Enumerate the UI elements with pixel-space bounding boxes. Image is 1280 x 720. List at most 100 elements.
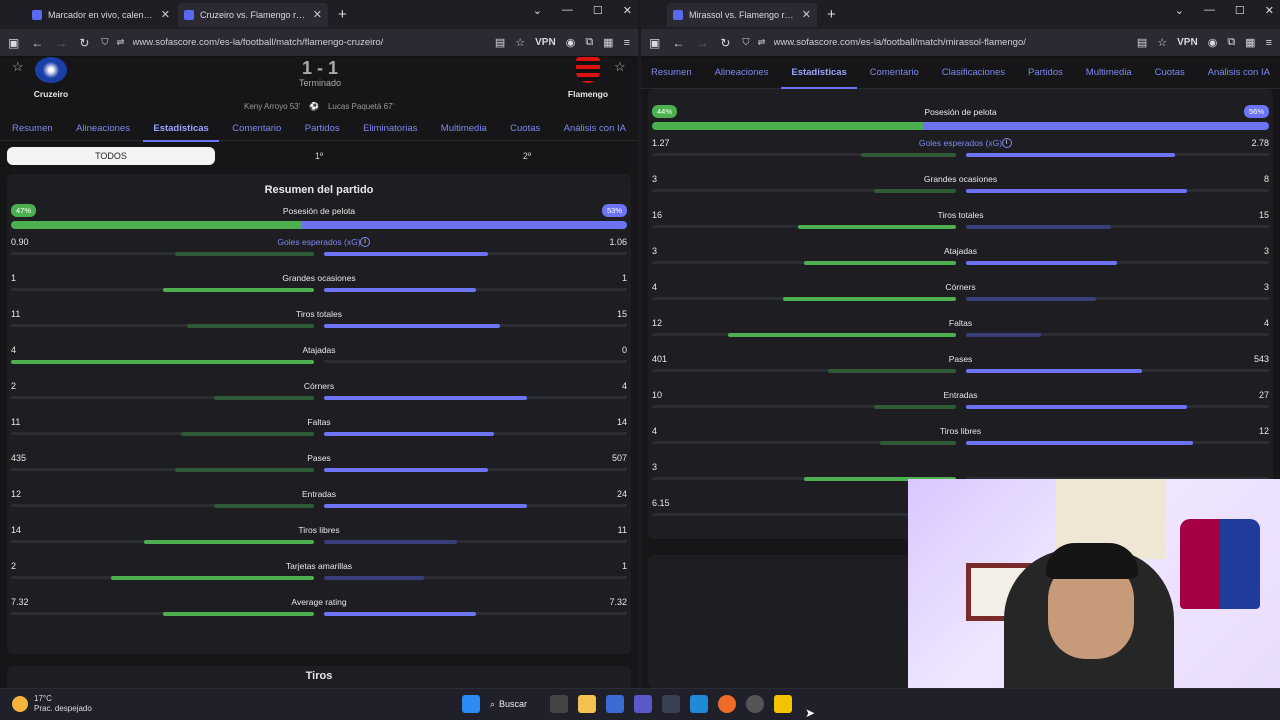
tab-0[interactable]: Resumen <box>651 67 692 78</box>
tab-4[interactable]: Partidos <box>305 123 340 134</box>
chevron-down-icon[interactable]: ⌄ <box>1175 4 1184 17</box>
home-bar <box>782 297 956 301</box>
browser-tab-active[interactable]: Mirassol vs. Flamengo resultad ✕ <box>667 2 817 27</box>
close-icon[interactable]: ✕ <box>161 8 170 21</box>
app-icon[interactable] <box>634 695 652 713</box>
cruzeiro-logo-icon <box>35 57 67 83</box>
home-bar <box>11 360 314 364</box>
tab-5[interactable]: Eliminatorias <box>363 123 417 134</box>
scorers: Keny Arroyo 53' ⚽ Lucas Paquetá 67' <box>0 102 638 111</box>
chrome-icon[interactable] <box>746 695 764 713</box>
info-icon[interactable]: i <box>1001 138 1012 148</box>
search-button[interactable]: ⌕ Buscar <box>490 699 540 710</box>
new-tab-icon[interactable]: + <box>338 6 347 23</box>
tab-3[interactable]: Comentario <box>870 67 919 78</box>
away-value: 4 <box>1263 318 1269 328</box>
away-value: 14 <box>616 417 627 427</box>
tab-6[interactable]: Multimedia <box>1086 67 1132 78</box>
tab-6[interactable]: Multimedia <box>441 123 487 134</box>
tab-8[interactable]: Análisis con IA <box>1208 67 1270 78</box>
period-option[interactable]: TODOS <box>7 147 215 165</box>
firefox-icon[interactable] <box>718 695 736 713</box>
notifications-icon[interactable]: ▦ <box>603 36 613 49</box>
shield-icon: ⛉ <box>101 37 109 48</box>
reader-icon[interactable]: ▤ <box>495 36 505 49</box>
home-team[interactable]: Cruzeiro <box>21 57 81 99</box>
home-track <box>652 225 956 229</box>
tab-0[interactable]: Resumen <box>12 123 53 134</box>
task-view-icon[interactable] <box>550 695 568 713</box>
notifications-icon[interactable]: ▦ <box>1245 36 1255 49</box>
new-tab-icon[interactable]: + <box>827 6 836 23</box>
address-bar[interactable]: ⛉ ⇌ www.sofascore.com/es-la/football/match… <box>101 37 482 48</box>
windows-start-icon[interactable] <box>462 695 480 713</box>
mail-icon[interactable] <box>690 695 708 713</box>
tab-7[interactable]: Cuotas <box>510 123 540 134</box>
period-option[interactable]: 2º <box>423 151 631 161</box>
back-icon[interactable]: ← <box>672 36 684 50</box>
tab-3[interactable]: Comentario <box>232 123 281 134</box>
maximize-icon[interactable]: ☐ <box>593 4 603 17</box>
close-window-icon[interactable]: ✕ <box>623 4 632 17</box>
menu-icon[interactable]: ≡ <box>1266 37 1272 49</box>
reader-icon[interactable]: ▤ <box>1137 36 1147 49</box>
away-value: 7.32 <box>609 597 627 607</box>
sidebar-toggle-icon[interactable]: ▣ <box>649 36 660 50</box>
bookmark-star-icon[interactable]: ☆ <box>515 36 525 49</box>
close-window-icon[interactable]: ✕ <box>1265 4 1274 17</box>
extensions-icon[interactable]: ⧉ <box>585 36 593 49</box>
flamengo-logo-icon <box>576 57 600 83</box>
card-title: Resumen del partido <box>264 184 374 196</box>
reload-icon[interactable]: ↻ <box>79 36 89 50</box>
bookmark-star-icon[interactable]: ☆ <box>1157 36 1167 49</box>
weather-widget[interactable]: 17°C Prac. despejado <box>12 694 92 714</box>
tab-1[interactable]: Alineaciones <box>715 67 769 78</box>
weather-desc: Prac. despejado <box>34 704 92 713</box>
close-icon[interactable]: ✕ <box>802 8 811 21</box>
browser-tab[interactable]: Marcador en vivo, calendario y ✕ <box>26 3 176 27</box>
tab-8[interactable]: Análisis con IA <box>564 123 626 134</box>
back-icon[interactable]: ← <box>31 36 43 50</box>
home-track <box>11 360 314 364</box>
vpn-button[interactable]: VPN <box>1177 37 1198 48</box>
chevron-down-icon[interactable]: ⌄ <box>533 4 542 17</box>
reload-icon[interactable]: ↻ <box>720 36 730 50</box>
tab-2[interactable]: Estadísticas <box>143 123 220 142</box>
tab-5[interactable]: Partidos <box>1028 67 1063 78</box>
browser-tab-active[interactable]: Cruzeiro vs. Flamengo resultad ✕ <box>178 2 328 27</box>
away-team[interactable]: Flamengo <box>558 57 618 99</box>
account-icon[interactable]: ◉ <box>566 36 576 49</box>
minimize-icon[interactable]: — <box>562 4 573 17</box>
sidebar-toggle-icon[interactable]: ▣ <box>8 36 19 50</box>
tab-4[interactable]: Clasificaciones <box>942 67 1005 78</box>
home-bar <box>828 369 956 373</box>
stat-label[interactable]: Goles esperados (xG) <box>11 237 627 247</box>
store-icon[interactable] <box>606 695 624 713</box>
stat-label[interactable]: Goles esperados (xG) <box>652 138 1269 148</box>
app-icon[interactable] <box>662 695 680 713</box>
tab-7[interactable]: Cuotas <box>1155 67 1185 78</box>
extensions-icon[interactable]: ⧉ <box>1227 36 1235 49</box>
menu-icon[interactable]: ≡ <box>624 37 630 49</box>
maximize-icon[interactable]: ☐ <box>1235 4 1245 17</box>
close-icon[interactable]: ✕ <box>313 8 322 21</box>
sofascore-favicon-icon <box>673 9 683 20</box>
account-icon[interactable]: ◉ <box>1208 36 1218 49</box>
file-explorer-icon[interactable] <box>578 695 596 713</box>
tab-1[interactable]: Alineaciones <box>76 123 130 134</box>
forward-icon[interactable]: → <box>55 36 67 50</box>
away-possession-fill <box>923 122 1269 130</box>
forward-icon[interactable]: → <box>696 36 708 50</box>
address-bar[interactable]: ⛉ ⇌ www.sofascore.com/es-la/football/match… <box>742 37 1124 48</box>
away-bar <box>965 153 1175 157</box>
favorite-star-icon[interactable]: ☆ <box>614 59 626 75</box>
tab-2[interactable]: Estadísticas <box>781 67 858 89</box>
sticky-notes-icon[interactable] <box>774 695 792 713</box>
tab-strip: Mirassol vs. Flamengo resultad ✕ + ⌄ — ☐ ✕ <box>641 0 1280 29</box>
info-icon[interactable]: i <box>360 237 370 247</box>
period-option[interactable]: 1º <box>215 151 423 161</box>
away-bar <box>324 540 458 544</box>
vpn-button[interactable]: VPN <box>535 37 556 48</box>
away-track <box>324 324 627 328</box>
minimize-icon[interactable]: — <box>1204 4 1215 17</box>
